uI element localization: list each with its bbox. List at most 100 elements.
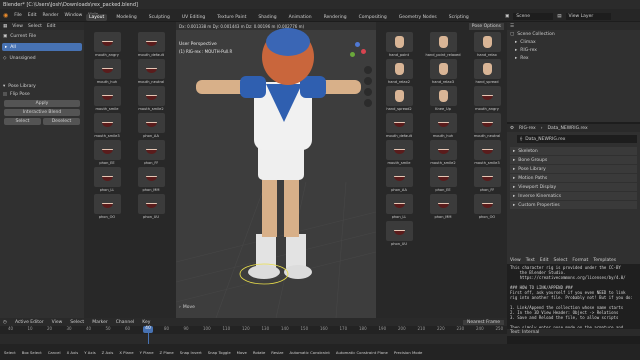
select-button[interactable]: Select: [4, 118, 41, 125]
asset-thumbnail[interactable]: mouth_smile2: [422, 140, 464, 165]
outliner-item[interactable]: ▸ RIG-rex: [507, 46, 640, 54]
view-layer-field[interactable]: View Layer: [565, 13, 611, 20]
asset-thumbnail[interactable]: phon_EE: [422, 167, 464, 192]
editor-type-icon[interactable]: ▦: [3, 24, 7, 29]
pose-options-button[interactable]: Pose Options: [468, 23, 504, 30]
tab-animation[interactable]: Animation: [286, 14, 315, 21]
asset-thumbnail[interactable]: phon_AA: [378, 167, 420, 192]
grid-view-icon[interactable]: [364, 99, 372, 107]
asset-thumbnail[interactable]: hand_spread2: [378, 86, 420, 111]
catalog-unassigned[interactable]: ◇ Unassigned: [0, 54, 84, 62]
flip-pose-checkbox[interactable]: Flip Pose: [0, 90, 84, 98]
tab-sculpting[interactable]: Sculpting: [146, 14, 173, 21]
deselect-button[interactable]: Deselect: [43, 118, 80, 125]
menu-file[interactable]: File: [14, 13, 22, 18]
asset-thumbnail[interactable]: mouth_smile3: [86, 113, 128, 138]
editor-type-icon[interactable]: ◷: [3, 320, 7, 325]
timeline-menu-marker[interactable]: Marker: [92, 320, 108, 325]
pose-library-title[interactable]: ▾ Pose Library: [0, 82, 84, 90]
asset-thumbnail[interactable]: mouth_neutral: [466, 113, 508, 138]
asset-thumbnail[interactable]: hand_point_relaxed: [422, 32, 464, 57]
asset-thumbnail[interactable]: hand_relax: [466, 32, 508, 57]
asset-thumbnail[interactable]: mouth_smile2: [130, 86, 172, 111]
asset-thumbnail[interactable]: hand_relax3: [422, 59, 464, 84]
section-skeleton[interactable]: ▸ Skeleton: [510, 147, 637, 155]
section-inverse-kinematics[interactable]: ▸ Inverse Kinematics: [510, 192, 637, 200]
nearest-frame-dropdown[interactable]: Nearest Frame: [463, 319, 504, 325]
menu-render[interactable]: Render: [43, 13, 59, 18]
asset-thumbnail[interactable]: phon_EE: [86, 140, 128, 165]
asset-thumbnail[interactable]: phon_MM: [422, 194, 464, 219]
tab-shading[interactable]: Shading: [255, 14, 279, 21]
tab-texture-paint[interactable]: Texture Paint: [214, 14, 249, 21]
tab-uv-editing[interactable]: UV Editing: [179, 14, 208, 21]
hand-icon[interactable]: [364, 77, 372, 85]
asset-thumbnail[interactable]: phon_UU: [378, 221, 420, 246]
asset-thumbnail[interactable]: phon_MM: [130, 167, 172, 192]
outliner-icon[interactable]: ☰: [510, 24, 514, 29]
catalog-all[interactable]: ▸ All: [2, 43, 82, 51]
asset-thumbnail[interactable]: hand_relax2: [378, 59, 420, 84]
asset-thumbnail[interactable]: mouth_default: [130, 32, 172, 57]
asset-thumbnail[interactable]: mouth_default: [378, 113, 420, 138]
timeline-active-editor[interactable]: Active Editor: [15, 320, 44, 325]
asset-thumbnail[interactable]: mouth_smile: [378, 140, 420, 165]
zoom-icon[interactable]: [364, 66, 372, 74]
timeline-menu-select[interactable]: Select: [70, 320, 84, 325]
asset-thumbnail[interactable]: phon_LL: [86, 167, 128, 192]
timeline-ruler[interactable]: 4010203040506070809010011012013014015016…: [0, 326, 507, 334]
section-custom-properties[interactable]: ▸ Custom Properties: [510, 201, 637, 209]
text-menu-text[interactable]: Text: [526, 258, 535, 263]
asset-thumbnail[interactable]: mouth_smile3: [466, 140, 508, 165]
current-frame-badge[interactable]: 40: [143, 326, 153, 333]
library-selector[interactable]: ▣ Current File: [0, 32, 84, 40]
text-menu-select[interactable]: Select: [554, 258, 568, 263]
asset-thumbnail[interactable]: phon_OO: [86, 194, 128, 219]
asset-thumbnail[interactable]: phon_LL: [378, 194, 420, 219]
asset-thumbnail[interactable]: phon_AA: [130, 113, 172, 138]
asset-thumbnail[interactable]: mouth_huh: [422, 113, 464, 138]
text-menu-view[interactable]: View: [510, 258, 521, 263]
navigation-gizmo[interactable]: [348, 42, 366, 60]
outliner-item[interactable]: ▸ Climax: [507, 38, 640, 46]
checkbox-icon[interactable]: [3, 92, 7, 96]
asset-thumbnail[interactable]: mouth_angry: [466, 86, 508, 111]
tab-modeling[interactable]: Modeling: [113, 14, 139, 21]
asset-thumbnail[interactable]: mouth_huh: [86, 59, 128, 84]
menu-select[interactable]: Select: [28, 24, 42, 29]
asset-thumbnail[interactable]: Knee_Up: [422, 86, 464, 111]
tab-rendering[interactable]: Rendering: [321, 14, 350, 21]
camera-icon[interactable]: [364, 88, 372, 96]
section-motion-paths[interactable]: ▸ Motion Paths: [510, 174, 637, 182]
asset-thumbnail[interactable]: mouth_neutral: [130, 59, 172, 84]
scene-collection-row[interactable]: ▢ Scene Collection: [507, 30, 640, 38]
text-menu-templates[interactable]: Templates: [593, 258, 616, 263]
asset-thumbnail[interactable]: phon_FF: [130, 140, 172, 165]
last-operator-panel[interactable]: › Move: [179, 305, 195, 310]
timeline-menu-channel[interactable]: Channel: [116, 320, 134, 325]
menu-edit[interactable]: Edit: [28, 13, 37, 18]
tab-compositing[interactable]: Compositing: [356, 14, 390, 21]
asset-thumbnail[interactable]: phon_OO: [466, 194, 508, 219]
apply-button[interactable]: Apply: [4, 100, 80, 107]
text-body[interactable]: This character rig is provided under the…: [507, 264, 640, 328]
section-viewport-display[interactable]: ▸ Viewport Display: [510, 183, 637, 191]
tab-layout[interactable]: Layout: [86, 13, 108, 21]
properties-icon[interactable]: ⚙: [510, 126, 514, 131]
asset-thumbnail[interactable]: mouth_smile: [86, 86, 128, 111]
text-menu-format[interactable]: Format: [572, 258, 588, 263]
3d-viewport[interactable]: Dx: 0.001338 m Dy: 0.001443 m Dz: 0.0019…: [176, 22, 376, 318]
section-pose-library[interactable]: ▸ Pose Library: [510, 165, 637, 173]
outliner-item[interactable]: ▸ Rex: [507, 54, 640, 62]
tab-geometry-nodes[interactable]: Geometry Nodes: [396, 14, 440, 21]
asset-thumbnail[interactable]: phon_UU: [130, 194, 172, 219]
asset-thumbnail[interactable]: mouth_angry: [86, 32, 128, 57]
menu-window[interactable]: Window: [65, 13, 83, 18]
timeline-menu-key[interactable]: Key: [142, 320, 150, 325]
menu-view[interactable]: View: [12, 24, 23, 29]
section-bone-groups[interactable]: ▸ Bone Groups: [510, 156, 637, 164]
text-menu-edit[interactable]: Edit: [540, 258, 549, 263]
data-name-field[interactable]: ⟠ Data_NEWRIG.rex: [517, 135, 637, 143]
menu-edit-asset[interactable]: Edit: [47, 24, 56, 29]
asset-thumbnail[interactable]: phon_FF: [466, 167, 508, 192]
